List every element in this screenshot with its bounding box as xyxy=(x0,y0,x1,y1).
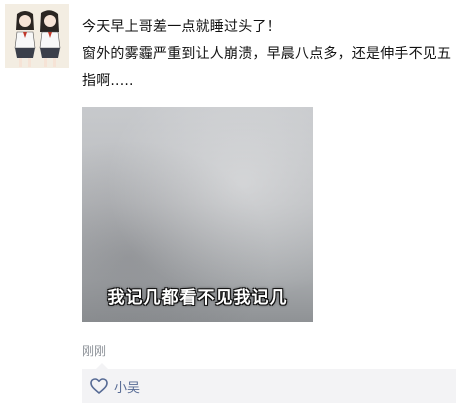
avatar-illustration xyxy=(5,4,69,68)
post-line: 指啊..... xyxy=(82,73,134,89)
timestamp: 刚刚 xyxy=(82,344,107,358)
post-line: 今天早上哥差一点就睡过头了！ xyxy=(82,19,281,35)
post-text: 今天早上哥差一点就睡过头了！ 窗外的雾霾严重到让人崩溃，早晨八点多，还是伸手不见… xyxy=(82,14,454,95)
likes-bar: 小吴 xyxy=(82,363,456,403)
heart-icon[interactable] xyxy=(90,378,108,394)
avatar[interactable] xyxy=(5,4,69,68)
photo-caption: 我记几都看不见我记几 xyxy=(107,288,288,308)
liker-name[interactable]: 小吴 xyxy=(114,377,140,396)
post-photo[interactable]: 我记几都看不见我记几 xyxy=(82,107,313,322)
post-line: 窗外的雾霾严重到让人崩溃，早晨八点多，还是伸手不见五 xyxy=(82,46,452,62)
